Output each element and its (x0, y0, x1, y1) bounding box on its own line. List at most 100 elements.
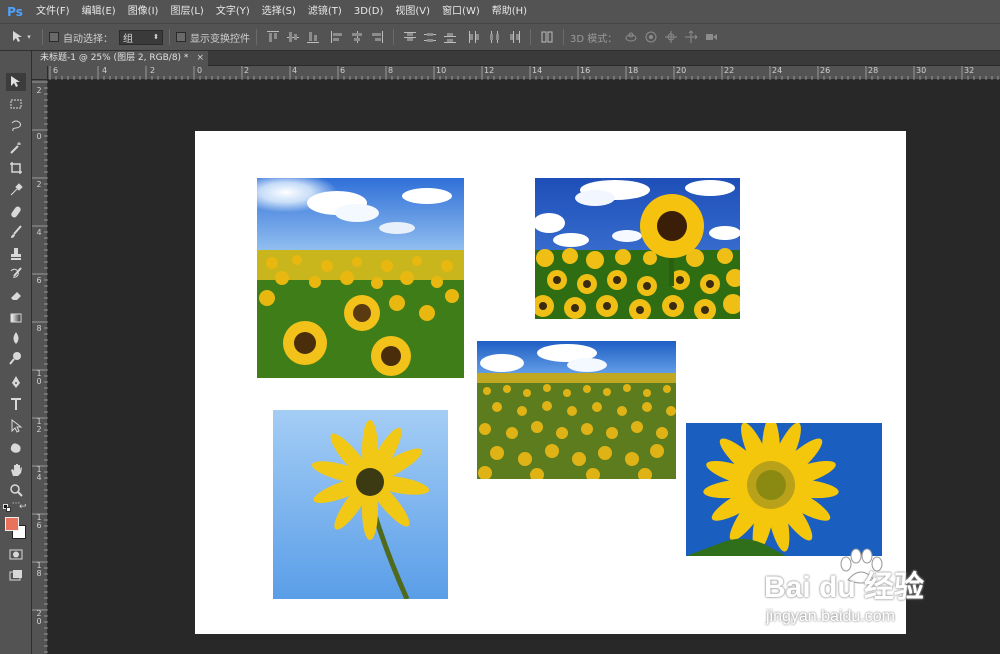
distribute-right-icon[interactable] (506, 29, 522, 45)
align-bottom-icon[interactable] (305, 29, 321, 45)
menu-image[interactable]: 图像(I) (122, 0, 165, 23)
show-transform-checkbox[interactable] (176, 32, 186, 42)
distribute-bottom-icon[interactable] (442, 29, 458, 45)
chevron-updown-icon: ⬍ (153, 33, 159, 41)
auto-select-value: 组 (123, 33, 133, 45)
watermark-url: jingyan.baidu.com (766, 608, 895, 625)
ruler-origin[interactable] (32, 66, 48, 80)
gradient-tool-icon[interactable] (6, 309, 26, 327)
close-tab-icon[interactable]: × (196, 51, 204, 66)
ruler-tick-label: 10 (436, 66, 447, 75)
options-bar: ▾ 自动选择： 组 ⬍ 显示变换控件 3D 模式： (0, 23, 1000, 51)
ruler-tick-label: 14 (532, 66, 543, 75)
healing-brush-tool-icon[interactable] (6, 203, 26, 221)
align-left-icon[interactable] (329, 29, 345, 45)
3d-orbit-icon[interactable] (623, 29, 639, 45)
menu-window[interactable]: 窗口(W) (436, 0, 486, 23)
separator (530, 29, 531, 45)
pen-tool-icon[interactable] (6, 373, 26, 391)
menu-filter[interactable]: 滤镜(T) (302, 0, 348, 23)
distribute-left-icon[interactable] (466, 29, 482, 45)
tools-panel: ··· ↩ (0, 51, 32, 654)
blur-tool-icon[interactable] (6, 329, 26, 347)
ruler-tick-label: 6 (53, 66, 59, 75)
align-hcenter-icon[interactable] (349, 29, 365, 45)
foreground-color-swatch[interactable] (5, 517, 19, 531)
ruler-tick-label: 30 (916, 66, 927, 75)
align-right-icon[interactable] (369, 29, 385, 45)
move-tool-icon[interactable] (6, 73, 26, 91)
magic-wand-tool-icon[interactable] (6, 139, 26, 157)
distribute-vcenter-icon[interactable] (422, 29, 438, 45)
ruler-tick-label: 8 (388, 66, 394, 75)
ruler-tick-label: 1 0 (36, 369, 42, 386)
ruler-tick-label: 2 (244, 66, 250, 75)
crop-tool-icon[interactable] (6, 159, 26, 177)
marquee-tool-icon[interactable] (6, 95, 26, 113)
shape-tool-icon[interactable] (6, 439, 26, 457)
type-tool-icon[interactable] (6, 395, 26, 413)
show-transform-label: 显示变换控件 (190, 33, 250, 45)
ruler-tick-label: 0 (36, 132, 42, 141)
menu-3d[interactable]: 3D(D) (348, 0, 390, 23)
menu-layer[interactable]: 图层(L) (164, 0, 209, 23)
auto-select-dropdown[interactable]: 组 ⬍ (119, 29, 163, 45)
ruler-tick-label: 4 (102, 66, 108, 75)
separator (169, 29, 170, 45)
auto-select-checkbox[interactable] (49, 32, 59, 42)
menu-view[interactable]: 视图(V) (389, 0, 436, 23)
photo-sunflower-single-over-field[interactable] (535, 178, 740, 319)
menu-help[interactable]: 帮助(H) (486, 0, 533, 23)
ruler-tick-label: 16 (580, 66, 591, 75)
clone-stamp-tool-icon[interactable] (6, 245, 26, 263)
3d-scale-icon[interactable] (703, 29, 719, 45)
brush-tool-icon[interactable] (6, 223, 26, 241)
dodge-tool-icon[interactable] (6, 349, 26, 367)
menu-edit[interactable]: 编辑(E) (76, 0, 122, 23)
separator (393, 29, 394, 45)
hand-tool-icon[interactable] (6, 461, 26, 479)
quick-mask-icon[interactable] (6, 545, 26, 563)
menu-type[interactable]: 文字(Y) (210, 0, 256, 23)
3d-pan-icon[interactable] (663, 29, 679, 45)
menu-select[interactable]: 选择(S) (256, 0, 302, 23)
eyedropper-tool-icon[interactable] (6, 181, 26, 199)
align-vcenter-icon[interactable] (285, 29, 301, 45)
ruler-tick-label: 4 (36, 228, 42, 237)
zoom-tool-icon[interactable] (6, 481, 26, 499)
swap-colors-icon[interactable]: ↩ (19, 502, 27, 512)
photoshop-window: Ps 文件(F) 编辑(E) 图像(I) 图层(L) 文字(Y) 选择(S) 滤… (0, 0, 1000, 654)
ruler-tick-label: 12 (484, 66, 495, 75)
path-selection-tool-icon[interactable] (6, 417, 26, 435)
move-tool-preset-icon[interactable]: ▾ (8, 29, 34, 45)
ruler-tick-label: 1 8 (36, 561, 42, 578)
ruler-tick-label: 1 6 (36, 513, 42, 530)
distribute-hcenter-icon[interactable] (486, 29, 502, 45)
horizontal-ruler[interactable]: 6 4 2 0 2 4 6 8 10 12 14 16 18 20 22 24 … (48, 66, 1000, 80)
lasso-tool-icon[interactable] (6, 117, 26, 135)
ruler-tick-label: 20 (676, 66, 687, 75)
screen-mode-icon[interactable] (6, 567, 26, 585)
ruler-tick-label: 2 (36, 180, 42, 189)
document-tab[interactable]: 未标题-1 @ 25% (图层 2, RGB/8) * × (32, 51, 208, 66)
photo-sunflower-sky-closeup[interactable] (273, 410, 448, 599)
auto-align-layers-icon[interactable] (539, 29, 555, 45)
ruler-tick-label: 28 (868, 66, 879, 75)
ruler-tick-label: 24 (772, 66, 783, 75)
eraser-tool-icon[interactable] (6, 287, 26, 305)
watermark-brand: Bai du 经验 (764, 571, 925, 604)
photo-sunflower-blue-closeup[interactable] (686, 423, 882, 556)
3d-slide-icon[interactable] (683, 29, 699, 45)
ruler-tick-label: 26 (820, 66, 831, 75)
photo-sunflower-field-sun[interactable] (257, 178, 464, 378)
menu-file[interactable]: 文件(F) (30, 0, 76, 23)
history-brush-tool-icon[interactable] (6, 265, 26, 283)
default-colors-icon[interactable] (3, 504, 11, 512)
align-top-icon[interactable] (265, 29, 281, 45)
photo-sunflower-field-wide[interactable] (477, 341, 676, 479)
3d-roll-icon[interactable] (643, 29, 659, 45)
vertical-ruler[interactable]: 2 0 2 4 6 8 1 0 1 2 1 4 1 6 1 8 2 0 (32, 80, 48, 654)
distribute-top-icon[interactable] (402, 29, 418, 45)
ruler-tick-label: 4 (292, 66, 298, 75)
3d-mode-label: 3D 模式： (570, 33, 618, 45)
